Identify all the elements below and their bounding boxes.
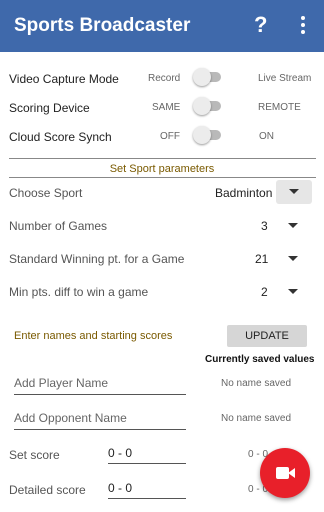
cloud-sync-off-label: OFF [160, 131, 180, 142]
set-score-label: Set score [9, 448, 60, 462]
chevron-down-icon[interactable] [288, 223, 298, 228]
video-capture-mode-label: Video Capture Mode [9, 72, 119, 86]
video-capture-on-label: Live Stream [258, 73, 312, 84]
app-title: Sports Broadcaster [14, 15, 191, 36]
min-diff-label: Min pts. diff to win a game [9, 285, 149, 299]
video-capture-toggle[interactable] [193, 68, 221, 86]
number-of-games-label: Number of Games [9, 219, 108, 233]
min-diff-value[interactable]: 2 [261, 285, 268, 299]
opponent-saved-value: No name saved [221, 413, 292, 424]
more-vert-icon[interactable] [296, 16, 310, 36]
app-bar: Sports Broadcaster ? [0, 0, 324, 52]
help-icon[interactable]: ? [254, 12, 267, 38]
winning-point-label: Standard Winning pt. for a Game [9, 252, 185, 266]
cloud-sync-on-label: ON [259, 131, 274, 142]
winning-point-value[interactable]: 21 [255, 252, 268, 266]
games-value[interactable]: 3 [261, 219, 268, 233]
chevron-down-icon[interactable] [288, 256, 298, 261]
divider [9, 158, 316, 159]
cloud-sync-toggle[interactable] [193, 126, 221, 144]
detailed-score-input[interactable]: 0 - 0 [108, 481, 186, 499]
player-saved-value: No name saved [221, 378, 292, 389]
names-hint: Enter names and starting scores [14, 330, 173, 342]
sport-params-title: Set Sport parameters [109, 163, 215, 175]
opponent-name-input[interactable]: Add Opponent Name [14, 411, 186, 430]
update-button[interactable]: UPDATE [227, 325, 307, 347]
saved-values-title: Currently saved values [205, 354, 315, 365]
set-score-input[interactable]: 0 - 0 [108, 446, 186, 464]
record-fab[interactable] [260, 448, 310, 498]
chevron-down-icon [289, 189, 299, 194]
cloud-sync-label: Cloud Score Synch [9, 130, 112, 144]
video-capture-off-label: Record [148, 73, 181, 84]
scoring-device-label: Scoring Device [9, 101, 90, 115]
scoring-device-off-label: SAME [152, 102, 181, 113]
divider [9, 177, 316, 178]
detailed-score-label: Detailed score [9, 483, 86, 497]
sport-value[interactable]: Badminton [215, 186, 272, 200]
choose-sport-label: Choose Sport [9, 186, 83, 200]
scoring-device-on-label: REMOTE [258, 102, 301, 113]
player-name-input[interactable]: Add Player Name [14, 376, 186, 395]
scoring-device-toggle[interactable] [193, 97, 221, 115]
sport-dropdown[interactable] [276, 180, 312, 204]
chevron-down-icon[interactable] [288, 289, 298, 294]
